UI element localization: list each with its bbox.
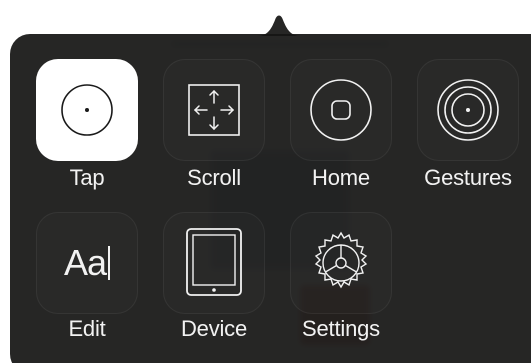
tap-circle-icon (61, 84, 113, 136)
assistive-touch-screen: Tap Scroll Home Gestures Aa Edit Device … (0, 0, 531, 363)
gestures-button[interactable] (417, 59, 519, 161)
tap-label: Tap (69, 165, 105, 190)
edit-glyph-text: Aa (63, 242, 107, 283)
gestures-label: Gestures (424, 165, 512, 190)
home-button[interactable] (290, 59, 392, 161)
device-button[interactable] (163, 212, 265, 314)
home-label: Home (312, 165, 370, 190)
tablet-device-icon (186, 228, 242, 296)
text-cursor (108, 246, 111, 280)
device-label: Device (180, 316, 248, 341)
text-edit-icon: Aa (63, 242, 111, 284)
edit-button[interactable]: Aa (36, 212, 138, 314)
settings-label: Settings (302, 316, 380, 341)
popover-caret (257, 15, 301, 36)
edit-label: Edit (68, 316, 106, 341)
scroll-label: Scroll (187, 165, 241, 190)
gear-icon (314, 231, 368, 289)
scroll-arrows-icon (188, 84, 240, 136)
home-button-icon (310, 79, 372, 141)
gestures-concentric-circles-icon (437, 79, 499, 141)
scroll-button[interactable] (163, 59, 265, 161)
settings-button[interactable] (290, 212, 392, 314)
tap-button[interactable] (36, 59, 138, 161)
